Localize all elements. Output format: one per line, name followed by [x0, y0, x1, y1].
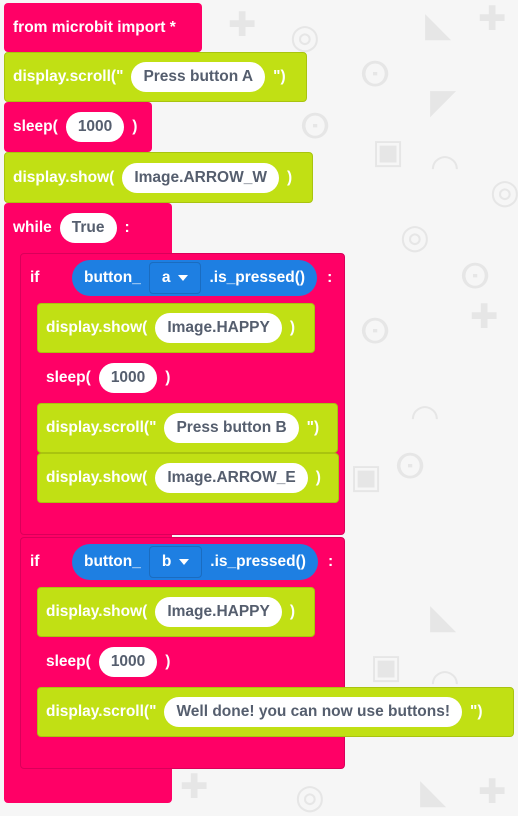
arc-icon: ◠: [430, 148, 460, 186]
import-label: from microbit import *: [13, 18, 176, 36]
show-image-input[interactable]: Image.ARROW_E: [155, 463, 308, 493]
scroll-suffix: "): [306, 419, 320, 436]
puzzle-icon: ✚: [470, 298, 499, 336]
chevron-down-icon: [179, 559, 190, 565]
scroll-prefix: display.scroll(": [46, 419, 157, 436]
sleep-suffix: ): [165, 369, 171, 386]
button-option: b: [161, 553, 172, 570]
scroll-prefix: display.scroll(": [46, 703, 157, 720]
show-suffix: ): [289, 319, 296, 336]
target-icon: ◎: [490, 173, 518, 211]
show-suffix: ): [286, 168, 293, 186]
python-logo-icon: ⵙ: [360, 313, 391, 351]
show-prefix: display.show(: [46, 469, 148, 486]
sleep-prefix: sleep(: [46, 653, 91, 670]
arc-icon: ◠: [410, 398, 440, 436]
puzzle-icon: ✚: [478, 0, 507, 38]
scroll-prefix: display.scroll(": [13, 68, 124, 85]
show-suffix: ): [315, 469, 321, 486]
target-icon: ◎: [290, 18, 320, 56]
button-pressed-block[interactable]: button_ a .is_pressed(): [72, 260, 318, 296]
if-colon: :: [327, 553, 334, 570]
python-logo-icon: ⵙ: [395, 448, 426, 486]
chip-icon: ▣: [350, 458, 383, 496]
triangle-icon: ◤: [430, 83, 457, 121]
show-image-input[interactable]: Image.HAPPY: [155, 597, 282, 627]
if-keyword: if: [30, 269, 40, 286]
scroll-suffix: "): [273, 68, 286, 85]
show-image-input[interactable]: Image.HAPPY: [155, 313, 282, 343]
sleep-suffix: ): [165, 653, 171, 670]
while-keyword: while: [13, 219, 52, 236]
if-a-block[interactable]: if button_ a .is_pressed() :: [30, 253, 332, 303]
chevron-down-icon: [178, 275, 189, 281]
button-dropdown[interactable]: a: [148, 262, 202, 294]
if-colon: :: [327, 269, 333, 286]
show-prefix: display.show(: [13, 168, 115, 186]
while-colon: :: [124, 219, 130, 236]
triangle-icon: ◣: [420, 773, 447, 811]
chip-icon: ▣: [370, 648, 403, 686]
python-logo-icon: ⵙ: [300, 108, 331, 146]
triangle-icon: ◣: [425, 6, 452, 44]
show-prefix: display.show(: [46, 603, 148, 620]
show-image-input[interactable]: Image.ARROW_W: [122, 162, 279, 193]
python-logo-icon: ⵙ: [360, 56, 391, 94]
if-b-block[interactable]: if button_ b .is_pressed() :: [30, 537, 333, 587]
is-pressed-label: .is_pressed(): [210, 553, 306, 570]
python-logo-icon: ⵙ: [460, 258, 491, 296]
target-icon: ◎: [295, 778, 325, 816]
while-condition-input[interactable]: True: [59, 213, 117, 243]
scroll-suffix: "): [470, 703, 483, 720]
while-block[interactable]: while True :: [13, 203, 130, 253]
button-option: a: [161, 269, 171, 286]
chip-icon: ▣: [372, 133, 405, 171]
scroll-text-input[interactable]: Well done! you can now use buttons!: [164, 697, 462, 727]
sleep-prefix: sleep(: [13, 118, 58, 135]
show-prefix: display.show(: [46, 319, 148, 336]
sleep-prefix: sleep(: [46, 369, 91, 386]
button-dropdown[interactable]: b: [148, 546, 203, 578]
sleep-value-input[interactable]: 1000: [98, 363, 158, 393]
puzzle-icon: ✚: [228, 6, 257, 44]
sleep-suffix: ): [132, 118, 138, 135]
triangle-icon: ◣: [430, 598, 457, 636]
sleep-value-input[interactable]: 1000: [65, 112, 125, 142]
target-icon: ◎: [400, 218, 430, 256]
button-prefix: button_: [84, 553, 141, 570]
show-suffix: ): [289, 603, 296, 620]
is-pressed-label: .is_pressed(): [209, 269, 306, 286]
sleep-value-input[interactable]: 1000: [98, 647, 158, 677]
puzzle-icon: ✚: [180, 768, 209, 806]
button-prefix: button_: [84, 269, 141, 286]
scroll-text-input[interactable]: Press button B: [164, 413, 299, 443]
if-keyword: if: [30, 553, 40, 570]
button-pressed-block[interactable]: button_ b .is_pressed(): [72, 544, 318, 580]
puzzle-icon: ✚: [478, 773, 507, 811]
scroll-text-input[interactable]: Press button A: [131, 62, 266, 92]
